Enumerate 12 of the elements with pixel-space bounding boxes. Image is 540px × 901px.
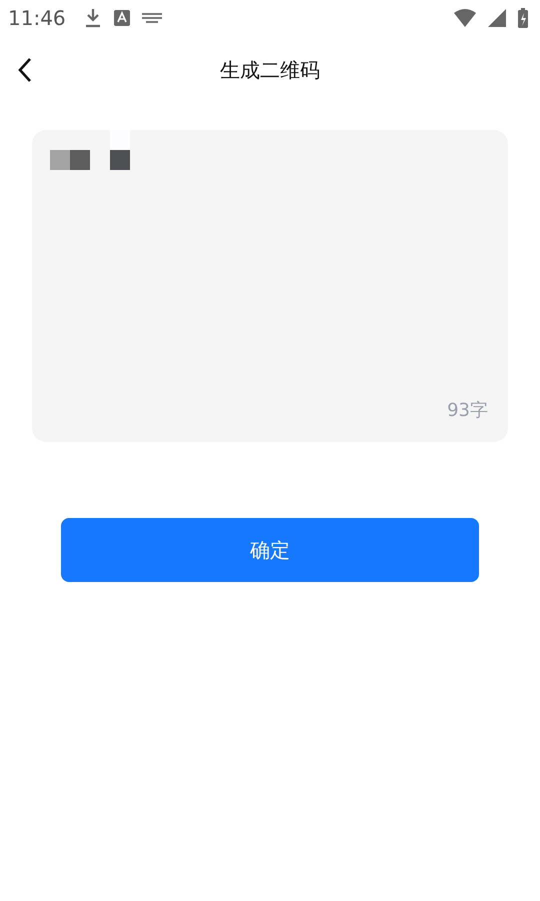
download-icon: [84, 8, 102, 28]
page-title: 生成二维码: [220, 56, 320, 84]
battery-icon: [518, 8, 528, 28]
keyboard-letter-icon: [114, 10, 130, 26]
wifi-icon: [454, 9, 476, 27]
text-input-field[interactable]: 93字: [32, 130, 508, 442]
back-icon[interactable]: [18, 57, 32, 83]
character-count: 93字: [447, 399, 488, 422]
status-time: 11:46: [8, 6, 66, 30]
confirm-button[interactable]: 确定: [61, 518, 479, 582]
keyboard-icon: [142, 13, 162, 23]
signal-icon: [488, 9, 506, 27]
